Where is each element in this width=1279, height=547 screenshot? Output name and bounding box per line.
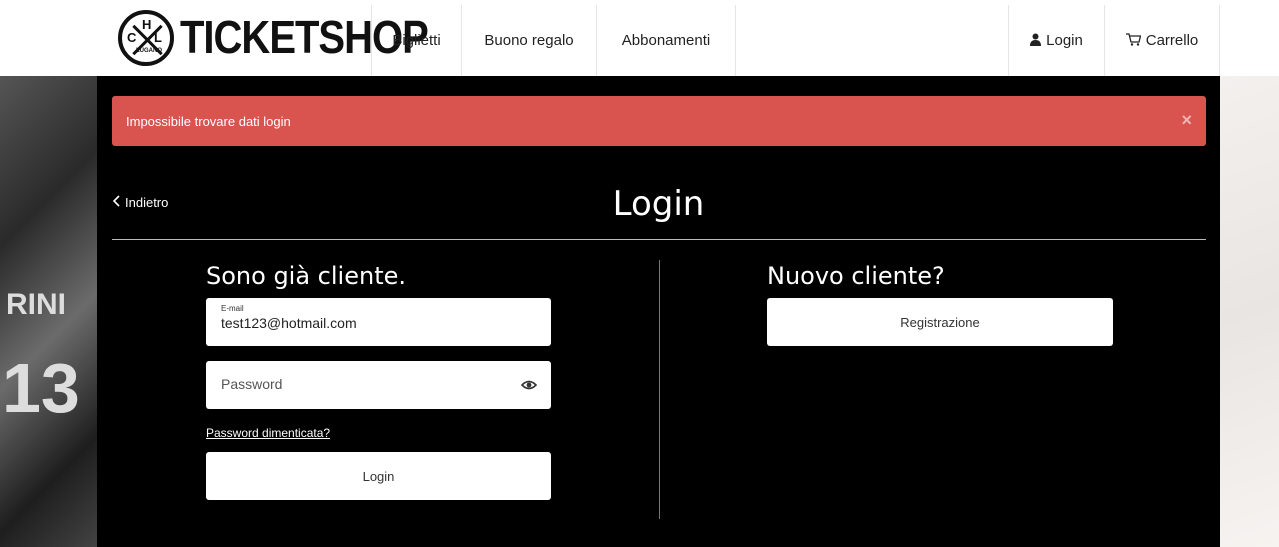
hcl-badge-icon: H C L LUGANO xyxy=(118,10,174,66)
hockey-players-photo: RINI 13 xyxy=(0,76,100,547)
login-panel: Impossibile trovare dati login × Indietr… xyxy=(97,76,1220,547)
alert-message: Impossibile trovare dati login xyxy=(126,113,291,129)
nav-carrello-label: Carrello xyxy=(1145,32,1199,49)
nav-carrello[interactable]: Carrello xyxy=(1104,5,1220,76)
register-button[interactable]: Registrazione xyxy=(767,298,1113,346)
email-label: E-mail xyxy=(221,304,244,313)
divider xyxy=(112,239,1206,240)
nav-biglietti[interactable]: Biglietti xyxy=(371,5,461,76)
password-field[interactable]: Password xyxy=(206,361,551,409)
close-icon[interactable]: × xyxy=(1181,110,1192,131)
nav-login-label: Login xyxy=(1046,32,1083,49)
jersey-number-text: 13 xyxy=(2,349,80,427)
eye-icon[interactable] xyxy=(520,377,538,393)
nav-abbonamenti-label: Abbonamenti xyxy=(621,32,711,49)
jersey-name-text: RINI xyxy=(6,288,66,321)
forgot-password-link[interactable]: Password dimenticata? xyxy=(206,426,330,440)
password-placeholder: Password xyxy=(221,376,283,392)
site-header: H C L LUGANO TICKETSHOP Biglietti Buono … xyxy=(0,0,1279,76)
nav-buono-regalo-label: Buono regalo xyxy=(484,32,574,49)
user-icon xyxy=(1030,33,1042,49)
page-title: Login xyxy=(612,184,705,224)
cart-icon xyxy=(1125,32,1142,49)
existing-customer-heading: Sono già cliente. xyxy=(206,262,406,290)
nav-biglietti-label: Biglietti xyxy=(392,32,441,49)
email-value: test123@hotmail.com xyxy=(221,315,357,331)
new-customer-heading: Nuovo cliente? xyxy=(767,262,945,290)
ice-rink-photo xyxy=(1220,76,1279,547)
login-button-label: Login xyxy=(362,468,395,484)
nav-login[interactable]: Login xyxy=(1008,5,1104,76)
login-button[interactable]: Login xyxy=(206,452,551,500)
email-field[interactable]: E-mail test123@hotmail.com xyxy=(206,298,551,346)
column-divider xyxy=(659,260,660,519)
nav-buono-regalo[interactable]: Buono regalo xyxy=(461,5,596,76)
register-button-label: Registrazione xyxy=(900,314,980,330)
nav-abbonamenti[interactable]: Abbonamenti xyxy=(596,5,736,76)
error-alert: Impossibile trovare dati login × xyxy=(112,96,1206,146)
